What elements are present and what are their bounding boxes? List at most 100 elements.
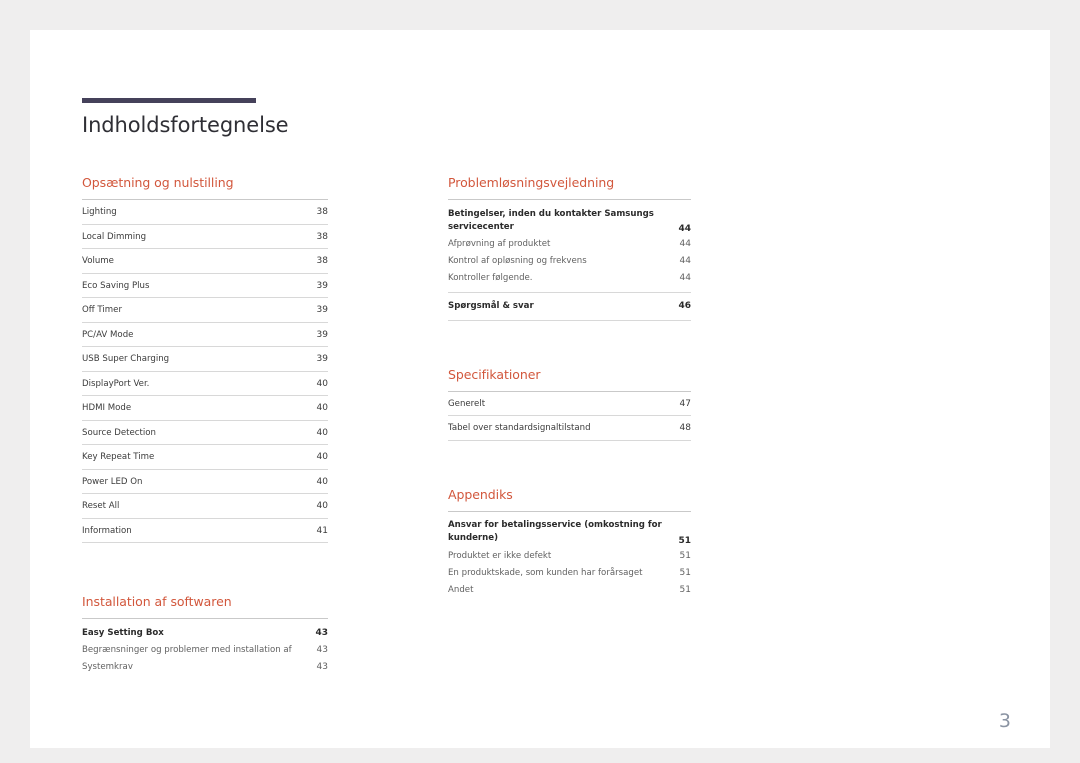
toc-label: Kontrol af opløsning og frekvens: [448, 255, 587, 266]
toc-row[interactable]: Key Repeat Time 40: [82, 445, 328, 470]
toc-row[interactable]: Spørgsmål & svar 46: [448, 297, 691, 314]
toc-row[interactable]: Systemkrav 43: [82, 658, 328, 675]
toc-right-column: Problemløsningsvejledning Betingelser, i…: [448, 175, 691, 598]
toc-page: 38: [316, 207, 328, 217]
toc-row[interactable]: Lighting 38: [82, 200, 328, 225]
toc-row[interactable]: Kontroller følgende. 44: [448, 269, 691, 286]
toc-row[interactable]: Produktet er ikke defekt 51: [448, 547, 691, 564]
toc-page: 39: [316, 280, 328, 291]
toc-row[interactable]: PC/AV Mode 39: [82, 323, 328, 347]
toc-page: 44: [679, 238, 691, 249]
toc-row[interactable]: Easy Setting Box 43: [82, 624, 328, 641]
toc-page: 39: [316, 354, 328, 364]
toc-page: 43: [316, 661, 328, 672]
toc-label: Easy Setting Box: [82, 627, 164, 638]
toc-label: HDMI Mode: [82, 403, 132, 413]
toc-page: 44: [679, 272, 691, 283]
page-number: 3: [998, 710, 1011, 732]
toc-label: Source Detection: [82, 427, 156, 438]
toc-left-column: Opsætning og nulstilling Lighting 38 Loc…: [82, 175, 328, 675]
toc-label: Systemkrav: [82, 661, 133, 672]
toc-label: En produktskade, som kunden har forårsag…: [448, 567, 643, 578]
toc-row[interactable]: Ansvar for betalingsservice (omkostning …: [448, 517, 691, 547]
toc-page: 40: [316, 452, 328, 462]
section-installation-af-softwaren: Installation af softwaren Easy Setting B…: [82, 594, 328, 675]
toc-row[interactable]: En produktskade, som kunden har forårsag…: [448, 564, 691, 581]
section-heading: Opsætning og nulstilling: [82, 175, 234, 190]
toc-page: 51: [679, 567, 691, 578]
toc-page: 46: [678, 300, 691, 311]
toc-label: Spørgsmål & svar: [448, 300, 534, 311]
toc-page: 40: [316, 501, 328, 511]
toc-page: 38: [316, 231, 328, 242]
toc-row[interactable]: Power LED On 40: [82, 470, 328, 494]
toc-page: 44: [679, 255, 691, 266]
toc-label: Generelt: [448, 398, 486, 409]
toc-page: 40: [316, 378, 328, 389]
toc-label: Volume: [82, 256, 114, 266]
document-page: Indholdsfortegnelse Opsætning og nulstil…: [30, 30, 1050, 748]
toc-label: Afprøvning af produktet: [448, 238, 551, 249]
toc-label: Betingelser, inden du kontakter Samsungs…: [448, 208, 654, 232]
toc-label: USB Super Charging: [82, 354, 170, 364]
toc-label: Off Timer: [82, 305, 122, 315]
toc-label: Andet: [448, 584, 474, 595]
section-heading: Problemløsningsvejledning: [448, 175, 615, 190]
toc-page: 43: [316, 644, 328, 655]
toc-label: Power LED On: [82, 476, 143, 487]
toc-row[interactable]: Kontrol af opløsning og frekvens 44: [448, 252, 691, 269]
toc-page: 38: [316, 256, 328, 266]
page-title: Indholdsfortegnelse: [82, 113, 289, 137]
toc-page: 41: [316, 525, 328, 536]
section-specifikationer: Specifikationer Generelt 47 Tabel over s…: [448, 367, 691, 441]
toc-label: Begrænsninger og problemer med installat…: [82, 644, 292, 655]
toc-label: Local Dimming: [82, 231, 147, 242]
toc-label: Ansvar for betalingsservice (omkostning …: [448, 520, 662, 544]
toc-page: 51: [679, 550, 691, 561]
toc-label: Key Repeat Time: [82, 452, 155, 462]
toc-label: Kontroller følgende.: [448, 272, 533, 283]
toc-row[interactable]: Begrænsninger og problemer med installat…: [82, 641, 328, 658]
toc-row[interactable]: Volume 38: [82, 249, 328, 274]
toc-label: Produktet er ikke defekt: [448, 550, 552, 561]
toc-label: DisplayPort Ver.: [82, 378, 150, 389]
toc-page: 51: [678, 535, 691, 546]
section-problemlosningsvejledning: Problemløsningsvejledning Betingelser, i…: [448, 175, 691, 321]
toc-page: 47: [679, 398, 691, 409]
toc-row[interactable]: Eco Saving Plus 39: [82, 274, 328, 298]
title-accent-rule: [82, 98, 256, 103]
toc-page: 40: [316, 476, 328, 487]
toc-row[interactable]: Betingelser, inden du kontakter Samsungs…: [448, 205, 691, 235]
section-appendiks: Appendiks Ansvar for betalingsservice (o…: [448, 487, 691, 598]
section-heading: Specifikationer: [448, 366, 541, 382]
toc-row[interactable]: Tabel over standardsignaltilstand 48: [448, 416, 691, 441]
toc-row[interactable]: Local Dimming 38: [82, 225, 328, 249]
toc-row[interactable]: Source Detection 40: [82, 421, 328, 445]
section-heading: Installation af softwaren: [82, 594, 232, 609]
toc-row[interactable]: Andet 51: [448, 581, 691, 598]
toc-page: 40: [316, 427, 328, 438]
toc-row[interactable]: Afprøvning af produktet 44: [448, 235, 691, 252]
toc-label: PC/AV Mode: [82, 329, 134, 340]
section-opsaetning-og-nulstilling: Opsætning og nulstilling Lighting 38 Loc…: [82, 175, 328, 543]
toc-label: Reset All: [82, 501, 120, 511]
toc-row[interactable]: Off Timer 39: [82, 298, 328, 323]
toc-row[interactable]: DisplayPort Ver. 40: [82, 372, 328, 396]
toc-page: 39: [316, 305, 328, 315]
toc-row[interactable]: HDMI Mode 40: [82, 396, 328, 421]
toc-label: Lighting: [82, 207, 117, 217]
toc-page: 44: [678, 223, 691, 234]
toc-row[interactable]: Information 41: [82, 519, 328, 543]
toc-page: 43: [315, 627, 328, 638]
toc-page: 51: [679, 584, 691, 595]
toc-page: 39: [316, 329, 328, 340]
toc-page: 48: [679, 423, 691, 434]
toc-row[interactable]: Generelt 47: [448, 392, 691, 417]
toc-page: 40: [316, 403, 328, 413]
toc-row[interactable]: USB Super Charging 39: [82, 347, 328, 372]
toc-row[interactable]: Reset All 40: [82, 494, 328, 519]
toc-label: Tabel over standardsignaltilstand: [448, 423, 591, 434]
